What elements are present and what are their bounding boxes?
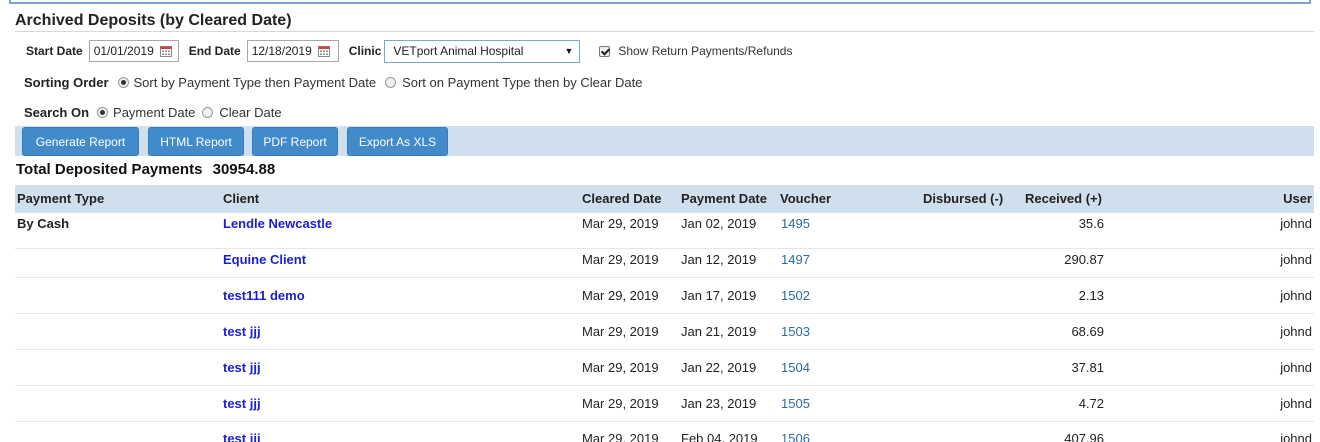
top-frame [9,0,1311,4]
clinic-value: VETport Animal Hospital [393,44,524,58]
user-cell: johnd [1280,431,1312,442]
cleared-date-cell: Mar 29, 2019 [582,288,659,303]
client-link[interactable]: test jjj [223,360,261,375]
payment-date-cell: Jan 17, 2019 [681,288,757,303]
search-clear-date-label: Clear Date [219,104,282,120]
col-payment-type[interactable]: Payment Type [17,191,104,206]
total-deposited: Total Deposited Payments 30954.88 [16,161,275,178]
received-cell: 37.81 [1071,360,1104,375]
html-report-button[interactable]: HTML Report [148,127,244,156]
received-cell: 290.87 [1064,252,1104,267]
voucher-link[interactable]: 1504 [781,360,810,375]
payment-date-cell: Jan 12, 2019 [681,252,757,267]
received-cell: 4.72 [1078,396,1104,411]
voucher-link[interactable]: 1497 [781,252,810,267]
voucher-link[interactable]: 1495 [781,216,810,231]
cleared-date-cell: Mar 29, 2019 [582,360,659,375]
voucher-link[interactable]: 1503 [781,324,810,339]
payment-date-cell: Feb 04, 2019 [681,431,758,442]
sorting-order-row: Sorting Order Sort by Payment Type then … [24,73,642,91]
table-row: test jjj Mar 29, 2019 Jan 21, 2019 1503 … [15,314,1314,350]
received-cell: 68.69 [1071,324,1104,339]
cleared-date-cell: Mar 29, 2019 [582,216,659,231]
show-returns-checkbox[interactable] [599,45,611,57]
client-link[interactable]: test111 demo [223,288,305,303]
calendar-icon[interactable] [159,45,172,57]
user-cell: johnd [1280,396,1312,411]
cleared-date-cell: Mar 29, 2019 [582,252,659,267]
voucher-link[interactable]: 1502 [781,288,810,303]
cleared-date-cell: Mar 29, 2019 [582,324,659,339]
user-cell: johnd [1280,252,1312,267]
payment-date-cell: Jan 23, 2019 [681,396,757,411]
date-filter-row: Start Date 01/01/2019 End Date 12/18/201… [26,38,792,64]
search-payment-date-radio[interactable] [97,106,109,118]
action-bar: Generate Report HTML Report PDF Report E… [15,126,1314,156]
table-row: test111 demo Mar 29, 2019 Jan 17, 2019 1… [15,278,1314,314]
table-row: test jjj Mar 29, 2019 Feb 04, 2019 1506 … [15,422,1314,442]
title-divider [15,31,1314,32]
search-clear-date-radio[interactable] [202,106,214,118]
end-date-label: End Date [188,44,241,58]
total-label: Total Deposited Payments [16,161,203,178]
col-user[interactable]: User [1283,191,1312,206]
sort-by-payment-date-label: Sort by Payment Type then Payment Date [133,74,377,90]
voucher-link[interactable]: 1505 [781,396,810,411]
sort-by-clear-date-radio[interactable] [385,76,397,88]
table-header: Payment Type Client Cleared Date Payment… [15,185,1314,213]
table-row: Equine Client Mar 29, 2019 Jan 12, 2019 … [15,242,1314,278]
total-value: 30954.88 [212,161,276,178]
user-cell: johnd [1280,288,1312,303]
col-received[interactable]: Received (+) [1025,191,1102,206]
col-payment-date[interactable]: Payment Date [681,191,767,206]
start-date-input[interactable]: 01/01/2019 [88,40,179,62]
client-link[interactable]: test jjj [223,324,261,339]
col-disbursed[interactable]: Disbursed (-) [923,191,1003,206]
calendar-icon[interactable] [317,45,330,57]
col-voucher[interactable]: Voucher [780,191,831,206]
client-link[interactable]: test jjj [223,431,261,442]
payment-date-cell: Jan 02, 2019 [681,216,757,231]
end-date-value: 12/18/2019 [251,44,312,58]
clinic-label: Clinic [348,44,382,58]
table-row: test jjj Mar 29, 2019 Jan 23, 2019 1505 … [15,386,1314,422]
user-cell: johnd [1280,360,1312,375]
payment-type-cell: By Cash [17,216,70,231]
client-link[interactable]: test jjj [223,396,261,411]
generate-report-button[interactable]: Generate Report [22,127,139,156]
start-date-value: 01/01/2019 [93,44,154,58]
pdf-report-button[interactable]: PDF Report [252,127,338,156]
search-on-row: Search On Payment Date Clear Date [24,103,282,121]
voucher-link[interactable]: 1506 [781,431,810,442]
received-cell: 35.6 [1078,216,1104,231]
table-body: By Cash Lendle Newcastle Mar 29, 2019 Ja… [15,213,1314,442]
export-xls-button[interactable]: Export As XLS [347,127,448,156]
cleared-date-cell: Mar 29, 2019 [582,431,659,442]
search-on-label: Search On [24,104,90,120]
col-client[interactable]: Client [223,191,259,206]
page-title: Archived Deposits (by Cleared Date) [15,12,292,29]
client-link[interactable]: Equine Client [223,252,306,267]
sort-by-clear-date-label: Sort on Payment Type then by Clear Date [402,74,643,90]
table-row: test jjj Mar 29, 2019 Jan 22, 2019 1504 … [15,350,1314,386]
chevron-down-icon: ▼ [564,46,574,56]
start-date-label: Start Date [26,44,83,58]
payment-date-cell: Jan 22, 2019 [681,360,757,375]
sorting-order-label: Sorting Order [24,74,109,90]
cleared-date-cell: Mar 29, 2019 [582,396,659,411]
search-payment-date-label: Payment Date [113,104,196,120]
show-returns-label: Show Return Payments/Refunds [618,44,793,58]
payment-date-cell: Jan 21, 2019 [681,324,757,339]
client-link[interactable]: Lendle Newcastle [223,216,332,231]
sort-by-payment-date-radio[interactable] [117,76,129,88]
user-cell: johnd [1280,324,1312,339]
clinic-select[interactable]: VETport Animal Hospital ▼ [384,39,581,63]
user-cell: johnd [1280,216,1312,231]
end-date-input[interactable]: 12/18/2019 [246,40,339,62]
col-cleared-date[interactable]: Cleared Date [582,191,661,206]
received-cell: 2.13 [1078,288,1104,303]
received-cell: 407.96 [1064,431,1104,442]
